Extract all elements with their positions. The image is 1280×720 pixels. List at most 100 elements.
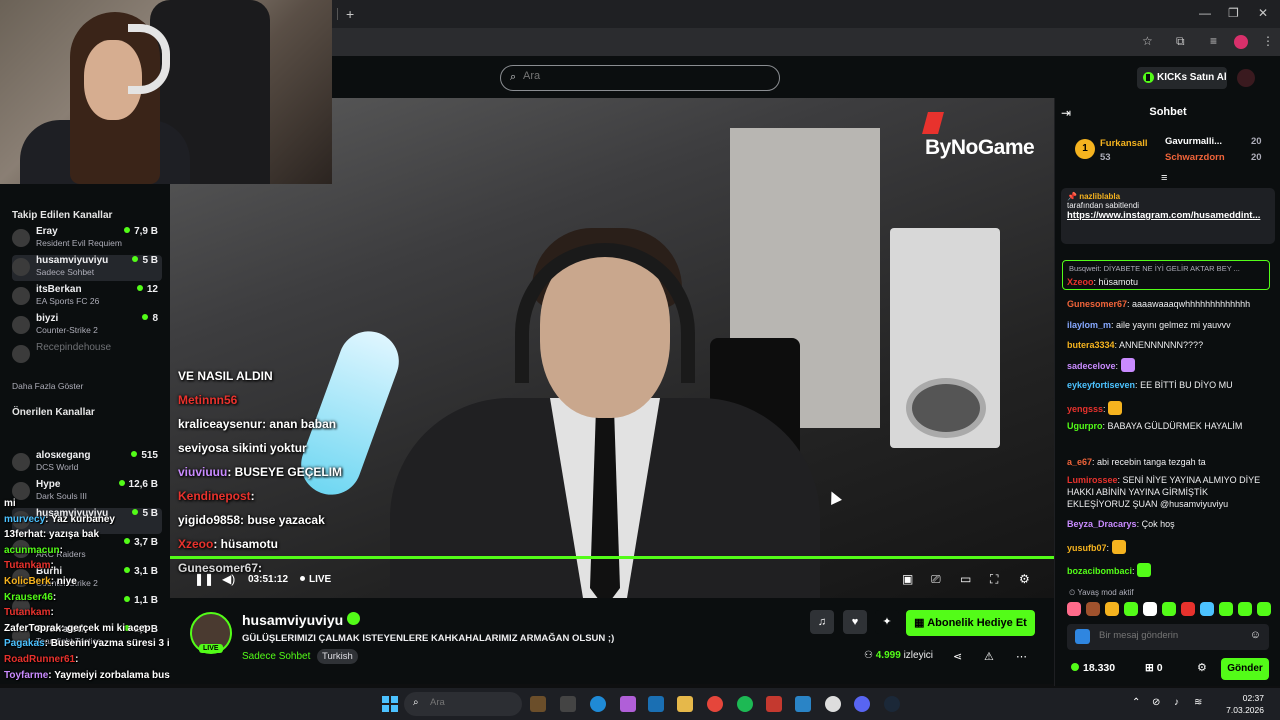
settings-icon[interactable]: ⚙ bbox=[1019, 572, 1030, 586]
chat-message[interactable]: a_e67: abi recebin tanga tezgah ta bbox=[1067, 456, 1273, 468]
chat-username[interactable]: Ugurpro bbox=[1067, 421, 1103, 431]
discord-icon[interactable] bbox=[854, 696, 870, 712]
followed-channel-item[interactable]: itsBerkan EA Sports FC 26 12 bbox=[12, 284, 162, 310]
share-icon[interactable]: ⋖ bbox=[953, 650, 962, 663]
media-icon[interactable]: ≡ bbox=[1210, 34, 1217, 48]
chat-settings-icon[interactable]: ⚙ bbox=[1197, 661, 1207, 674]
task-view-icon[interactable] bbox=[560, 696, 576, 712]
chat-username[interactable]: yusufb07 bbox=[1067, 543, 1107, 553]
new-tab-icon[interactable]: + bbox=[346, 6, 354, 22]
chat-username[interactable]: Gunesomer67 bbox=[1067, 299, 1127, 309]
emote-icon[interactable] bbox=[1200, 602, 1214, 616]
followed-channel-item[interactable]: husamviyuviyu Sadece Sohbet 5 B bbox=[12, 255, 162, 281]
emote-icon[interactable] bbox=[1257, 602, 1271, 616]
windows-start-icon[interactable] bbox=[382, 696, 398, 712]
profile-avatar[interactable] bbox=[1234, 35, 1248, 49]
tray-chevron-icon[interactable]: ⌃ bbox=[1132, 697, 1140, 708]
emote-icon[interactable] bbox=[1238, 602, 1252, 616]
emote-icon[interactable] bbox=[1124, 602, 1138, 616]
emote-icon[interactable] bbox=[1181, 602, 1195, 616]
channel-points[interactable]: 18.330 bbox=[1071, 662, 1115, 674]
stream-category[interactable]: Sadece Sohbet bbox=[242, 651, 310, 662]
minimize-icon[interactable]: — bbox=[1199, 6, 1211, 20]
chat-message[interactable]: eykeyfortiseven: EE BİTTİ BU DİYO MU bbox=[1067, 379, 1273, 391]
file-explorer-icon[interactable] bbox=[677, 696, 693, 712]
gift-subscription-button[interactable]: ▦ Abonelik Hediye Et bbox=[906, 610, 1035, 636]
emote-icon[interactable] bbox=[1067, 602, 1081, 616]
search-input[interactable] bbox=[523, 70, 763, 82]
steam-icon[interactable] bbox=[884, 696, 900, 712]
mic-icon[interactable]: ♪ bbox=[1174, 697, 1179, 708]
more-icon[interactable]: ⋯ bbox=[1016, 650, 1027, 663]
buy-kicks-button[interactable]: KICKs Satın Al bbox=[1137, 67, 1227, 89]
clip-icon[interactable]: ⎚ bbox=[931, 572, 941, 587]
restore-icon[interactable]: ❐ bbox=[1228, 6, 1239, 20]
follow-heart-icon[interactable]: ♥ bbox=[843, 610, 867, 634]
pinned-link[interactable]: https://www.instagram.com/husameddint... bbox=[1067, 210, 1269, 222]
language-tag[interactable]: Turkish bbox=[317, 649, 358, 664]
close-icon[interactable]: ✕ bbox=[1258, 6, 1268, 20]
filter-icon[interactable]: ≡ bbox=[1161, 172, 1167, 184]
network-icon[interactable]: ⊘ bbox=[1152, 697, 1160, 708]
chat-message[interactable]: Ugurpro: BABAYA GÜLDÜRMEK HAYALİM bbox=[1067, 420, 1273, 432]
chat-message[interactable]: butera3334: ANNENNNNNN???? bbox=[1067, 339, 1273, 351]
chrome-icon[interactable] bbox=[707, 696, 723, 712]
chat-username[interactable]: butera3334 bbox=[1067, 340, 1115, 350]
extensions-icon[interactable]: ⧉ bbox=[1176, 34, 1185, 49]
send-button[interactable]: Gönder bbox=[1221, 658, 1269, 680]
star-icon[interactable]: ☆ bbox=[1142, 34, 1153, 48]
chat-message[interactable]: yengsss: bbox=[1067, 401, 1273, 415]
chat-username[interactable]: Beyza_Dracarys bbox=[1067, 519, 1137, 529]
chat-username[interactable]: yengsss bbox=[1067, 404, 1103, 414]
copilot-icon[interactable] bbox=[620, 696, 636, 712]
emote-picker-icon[interactable] bbox=[1075, 629, 1090, 644]
spotify-icon[interactable] bbox=[737, 696, 753, 712]
pinned-message[interactable]: 📌 nazliblabla tarafından sabitlendi http… bbox=[1061, 188, 1275, 244]
chat-message[interactable]: yusufb07: bbox=[1067, 540, 1273, 554]
store-icon[interactable] bbox=[648, 696, 664, 712]
followed-channel-item[interactable]: Recepindehouse bbox=[12, 342, 162, 368]
chat-username[interactable]: eykeyfortiseven bbox=[1067, 380, 1135, 390]
chat-message[interactable]: ilaylom_m: aile yayını gelmez mi yauvvv bbox=[1067, 319, 1273, 331]
app-icon[interactable] bbox=[766, 696, 782, 712]
pip-icon[interactable]: ▣ bbox=[902, 572, 913, 586]
leader-name[interactable]: Schwarzdorn bbox=[1165, 152, 1225, 163]
emote-icon[interactable] bbox=[1162, 602, 1176, 616]
emoji-icon[interactable]: ☺ bbox=[1250, 629, 1261, 641]
app-icon[interactable] bbox=[825, 696, 841, 712]
chat-message[interactable]: Gunesomer67: aaaawaaaqwhhhhhhhhhhhhh bbox=[1067, 298, 1273, 310]
followed-channel-item[interactable]: biyzi Counter-Strike 2 8 bbox=[12, 313, 162, 339]
chat-message[interactable]: sadecelove: bbox=[1067, 358, 1273, 372]
emote-icon[interactable] bbox=[1219, 602, 1233, 616]
chat-username[interactable]: bozacibombaci bbox=[1067, 566, 1132, 576]
chat-username[interactable]: Lumirossee bbox=[1067, 475, 1118, 485]
emote-icon[interactable] bbox=[1105, 602, 1119, 616]
emote-icon[interactable] bbox=[1086, 602, 1100, 616]
leader-name[interactable]: Furkansall bbox=[1100, 138, 1148, 149]
chat-username[interactable]: sadecelove bbox=[1067, 361, 1116, 371]
leader-name[interactable]: Gavurmalli... bbox=[1165, 136, 1222, 147]
chat-username[interactable]: ilaylom_m bbox=[1067, 320, 1111, 330]
sparkle-icon[interactable]: ✦ bbox=[875, 610, 899, 634]
taskbar-search-input[interactable] bbox=[430, 697, 510, 708]
app-icon[interactable] bbox=[795, 696, 811, 712]
taskbar-search[interactable]: ⌕ bbox=[404, 692, 522, 716]
edge-icon[interactable] bbox=[590, 696, 606, 712]
user-avatar[interactable] bbox=[1237, 69, 1255, 87]
chat-username[interactable]: a_e67 bbox=[1067, 457, 1092, 467]
show-more-link[interactable]: Daha Fazla Göster bbox=[12, 381, 83, 391]
chat-input-box[interactable]: ☺ bbox=[1067, 624, 1269, 650]
chat-message[interactable]: Beyza_Dracarys: Çok hoş bbox=[1067, 518, 1273, 530]
theater-icon[interactable]: ▭ bbox=[960, 572, 971, 586]
chat-message[interactable]: Lumirossee: SENİ NİYE YAYINA ALMIYO DİYE… bbox=[1067, 474, 1273, 510]
notification-bell-icon[interactable]: ♫ bbox=[810, 610, 834, 634]
menu-icon[interactable]: ⋮ bbox=[1262, 34, 1274, 48]
clock[interactable]: 02:37 7.03.2026 bbox=[1222, 692, 1264, 716]
chat-message[interactable]: bozacibombaci: bbox=[1067, 563, 1273, 577]
channel-name[interactable]: husamviyuviyu bbox=[242, 612, 343, 628]
widget-icon[interactable] bbox=[530, 696, 546, 712]
search-box[interactable]: ⌕ bbox=[500, 65, 780, 91]
wifi-icon[interactable]: ≋ bbox=[1194, 697, 1202, 708]
chat-username[interactable]: Xzeoo bbox=[1067, 277, 1094, 287]
drops-count[interactable]: ⊞ 0 bbox=[1145, 662, 1163, 674]
